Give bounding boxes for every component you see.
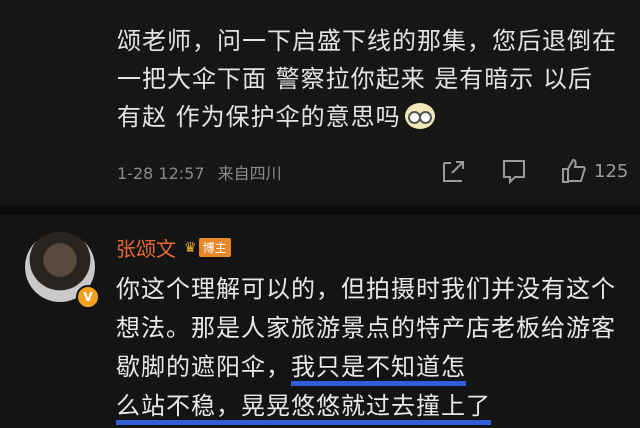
comment-1-body: 颂老师，问一下启盛下线的那集，您后退倒在一把大伞下面 警察拉你起来 是有暗示 以… [117,27,617,131]
comment-2-text: 你这个理解可以的，但拍摄时我们并没有这个想法。那是人家旅游景点的特产店老板给游客… [116,270,626,426]
divider [0,205,640,215]
reply-button[interactable] [500,155,528,187]
comment-card-1: 颂老师，问一下启盛下线的那集，您后退倒在一把大伞下面 警察拉你起来 是有暗示 以… [0,0,640,205]
reply-icon [503,160,525,185]
username[interactable]: 张颂文 [116,233,176,262]
comment-1-location: 来自四川 [217,164,282,183]
like-icon [562,158,586,183]
highlight-2: 么站不稳，晃晃悠悠就过去撞上了 [116,392,491,425]
verified-badge: V [76,285,100,309]
comment-card-2: V 张颂文 ♛ 博主 你这个理解可以的，但拍摄时我们并没有这个想法。那是人家旅游… [0,215,640,428]
author-row: 张颂文 ♛ 博主 [116,233,231,262]
share-icon [443,161,464,182]
comment-1-text: 颂老师，问一下启盛下线的那集，您后退倒在一把大伞下面 警察拉你起来 是有暗示 以… [117,22,617,136]
author-badge: 博主 [198,238,231,257]
emoji-icon [404,103,435,129]
like-count: 125 [594,160,629,182]
highlight-1: 我只是不知道怎 [291,353,466,386]
crown-icon: ♛ [184,239,197,256]
comment-1-meta: 1-28 12:57 来自四川 [117,160,290,184]
like-button[interactable]: 125 [560,155,628,187]
comment-1-time: 1-28 12:57 [117,164,205,183]
share-button[interactable] [440,155,468,187]
